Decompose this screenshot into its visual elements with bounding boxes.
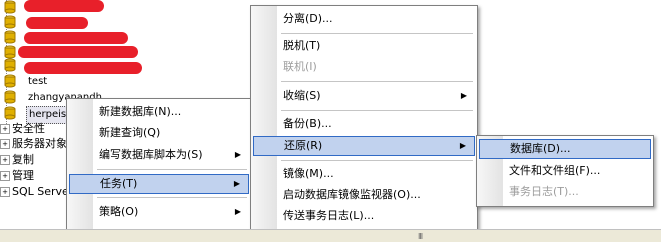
- database-icon: [4, 90, 18, 104]
- menu-item-shrink[interactable]: 收缩(S) ▶: [253, 86, 475, 106]
- redacted-text: [26, 17, 88, 29]
- tree-folder-sql-server-agent[interactable]: + SQL Server: [0, 184, 73, 199]
- expand-icon[interactable]: +: [0, 155, 10, 165]
- redacted-text: [24, 0, 104, 12]
- database-context-menu: 新建数据库(N)... 新建查询(Q) 编写数据库脚本为(S) ▶ 任务(T) ▶ …: [66, 98, 252, 231]
- redacted-text: [18, 46, 138, 58]
- menu-separator: [281, 160, 473, 161]
- menu-item-launch-mirroring-monitor[interactable]: 启动数据库镜像监视器(O)...: [253, 185, 475, 205]
- menu-item-mirror[interactable]: 镜像(M)...: [253, 164, 475, 184]
- expand-icon[interactable]: +: [0, 124, 10, 134]
- menu-item-label: 脱机(T): [283, 39, 321, 52]
- menu-item-restore-transaction-log: 事务日志(T)...: [479, 182, 651, 202]
- menu-item-restore-database[interactable]: 数据库(D)...: [479, 139, 651, 159]
- database-icon: [4, 15, 18, 29]
- expand-icon[interactable]: +: [0, 139, 10, 149]
- menu-item-policies[interactable]: 策略(O) ▶: [69, 202, 249, 222]
- menu-item-label: 新建查询(Q): [99, 126, 161, 139]
- database-icon: [4, 30, 18, 44]
- menu-item-label: 联机(I): [283, 60, 317, 73]
- database-icon: [4, 106, 18, 120]
- menu-item-restore-files-and-filegroups[interactable]: 文件和文件组(F)...: [479, 161, 651, 181]
- menu-item-bring-online: 联机(I): [253, 57, 475, 77]
- submenu-arrow-icon: ▶: [460, 91, 467, 100]
- database-icon: [4, 45, 18, 59]
- restore-submenu: 数据库(D)... 文件和文件组(F)... 事务日志(T)...: [476, 135, 654, 207]
- database-icon: [4, 58, 18, 72]
- expand-icon[interactable]: +: [0, 187, 10, 197]
- menu-item-script-database-as[interactable]: 编写数据库脚本为(S) ▶: [69, 145, 249, 165]
- menu-separator: [281, 110, 473, 111]
- folder-label: 管理: [12, 169, 34, 182]
- menu-item-label: 镜像(M)...: [283, 167, 334, 180]
- folder-label: 安全性: [12, 122, 45, 135]
- menu-separator: [97, 169, 247, 170]
- expand-icon[interactable]: +: [0, 171, 10, 181]
- menu-item-restore[interactable]: 还原(R) ▶: [253, 136, 475, 156]
- database-icon: [4, 74, 18, 88]
- submenu-arrow-icon: ▶: [233, 179, 240, 188]
- menu-item-label: 分离(D)...: [283, 12, 333, 25]
- menu-item-label: 数据库(D)...: [510, 142, 571, 155]
- tasks-submenu: 分离(D)... 脱机(T) 联机(I) 收缩(S) ▶ 备份(B)... 还原(…: [250, 5, 478, 231]
- menu-item-backup[interactable]: 备份(B)...: [253, 114, 475, 134]
- menu-item-label: 新建数据库(N)...: [99, 105, 182, 118]
- tree-folder-replication[interactable]: + 复制: [0, 152, 34, 167]
- menu-item-label: 还原(R): [284, 139, 323, 152]
- menu-item-detach[interactable]: 分离(D)...: [253, 9, 475, 29]
- submenu-arrow-icon: ▶: [234, 207, 241, 216]
- menu-item-new-database[interactable]: 新建数据库(N)...: [69, 102, 249, 122]
- menu-item-label: 传送事务日志(L)...: [283, 209, 375, 222]
- database-label: test: [28, 76, 48, 87]
- menu-item-label: 收缩(S): [283, 89, 321, 102]
- menu-item-label: 任务(T): [100, 177, 138, 190]
- redacted-text: [24, 62, 142, 74]
- menu-item-label: 文件和文件组(F)...: [509, 164, 601, 177]
- menu-separator: [281, 81, 473, 82]
- folder-label: 复制: [12, 153, 34, 166]
- scrollbar-grip-icon[interactable]: III: [418, 232, 423, 241]
- menu-separator: [281, 33, 473, 34]
- menu-item-label: 备份(B)...: [283, 117, 332, 130]
- horizontal-scrollbar[interactable]: III: [0, 229, 661, 242]
- submenu-arrow-icon: ▶: [234, 150, 241, 159]
- folder-label: SQL Server: [12, 185, 74, 198]
- menu-item-take-offline[interactable]: 脱机(T): [253, 36, 475, 56]
- menu-item-ship-transaction-logs[interactable]: 传送事务日志(L)...: [253, 206, 475, 226]
- tree-folder-security[interactable]: + 安全性: [0, 121, 45, 136]
- menu-item-new-query[interactable]: 新建查询(Q): [69, 123, 249, 143]
- menu-separator: [97, 197, 247, 198]
- menu-item-tasks[interactable]: 任务(T) ▶: [69, 174, 249, 194]
- folder-label: 服务器对象: [12, 137, 67, 150]
- menu-item-label: 启动数据库镜像监视器(O)...: [283, 188, 421, 201]
- menu-item-label: 策略(O): [99, 205, 139, 218]
- tree-folder-management[interactable]: + 管理: [0, 168, 34, 183]
- redacted-text: [24, 32, 128, 44]
- database-icon: [4, 0, 18, 14]
- menu-item-label: 编写数据库脚本为(S): [99, 148, 203, 161]
- menu-item-label: 事务日志(T)...: [509, 185, 579, 198]
- submenu-arrow-icon: ▶: [459, 141, 466, 150]
- tree-folder-server-objects[interactable]: + 服务器对象: [0, 136, 67, 151]
